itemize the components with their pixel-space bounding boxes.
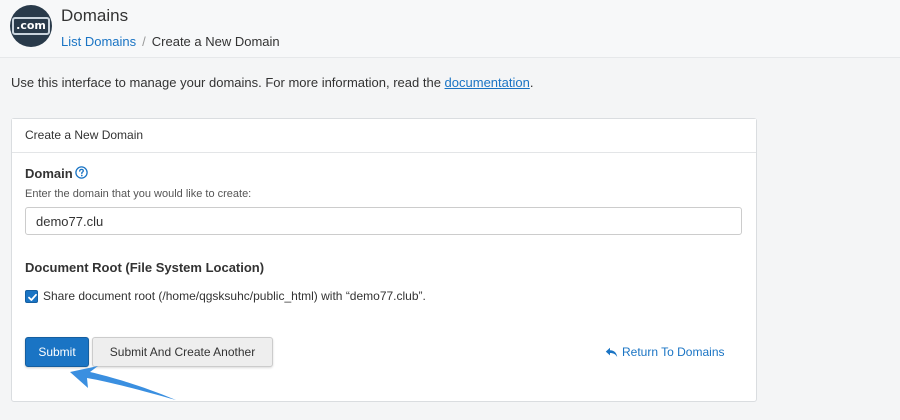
domains-logo: .com xyxy=(10,5,52,47)
intro-body: Use this interface to manage your domain… xyxy=(11,75,445,90)
documentation-link[interactable]: documentation xyxy=(445,75,530,90)
breadcrumb: List Domains / Create a New Domain xyxy=(61,34,280,50)
breadcrumb-separator: / xyxy=(142,34,146,49)
reply-arrow-icon xyxy=(605,347,618,357)
return-to-domains-link[interactable]: Return To Domains xyxy=(605,345,725,360)
domain-label: Domain xyxy=(25,166,73,181)
intro-text: Use this interface to manage your domain… xyxy=(11,75,533,91)
domain-help-text: Enter the domain that you would like to … xyxy=(25,188,252,200)
document-root-label: Document Root (File System Location) xyxy=(25,260,265,275)
breadcrumb-current: Create a New Domain xyxy=(151,34,280,49)
share-document-root-checkbox[interactable] xyxy=(25,290,38,303)
panel-title: Create a New Domain xyxy=(25,128,144,142)
page-title: Domains xyxy=(61,6,129,25)
share-document-root-label[interactable]: Share document root (/home/qgsksuhc/publ… xyxy=(43,289,426,304)
create-domain-panel: Create a New Domain Domain Enter the dom… xyxy=(11,118,757,402)
checkmark-icon xyxy=(28,293,37,301)
pointer-arrow-icon xyxy=(70,366,176,400)
return-to-domains-label: Return To Domains xyxy=(622,345,725,359)
page-header: .com Domains List Domains / Create a New D… xyxy=(0,0,900,58)
intro-suffix: . xyxy=(529,75,534,90)
breadcrumb-list-domains-link[interactable]: List Domains xyxy=(61,34,136,49)
question-circle-icon[interactable] xyxy=(75,166,88,179)
domain-input[interactable] xyxy=(25,207,742,235)
logo-text: .com xyxy=(12,17,50,35)
panel-heading: Create a New Domain xyxy=(12,119,756,153)
